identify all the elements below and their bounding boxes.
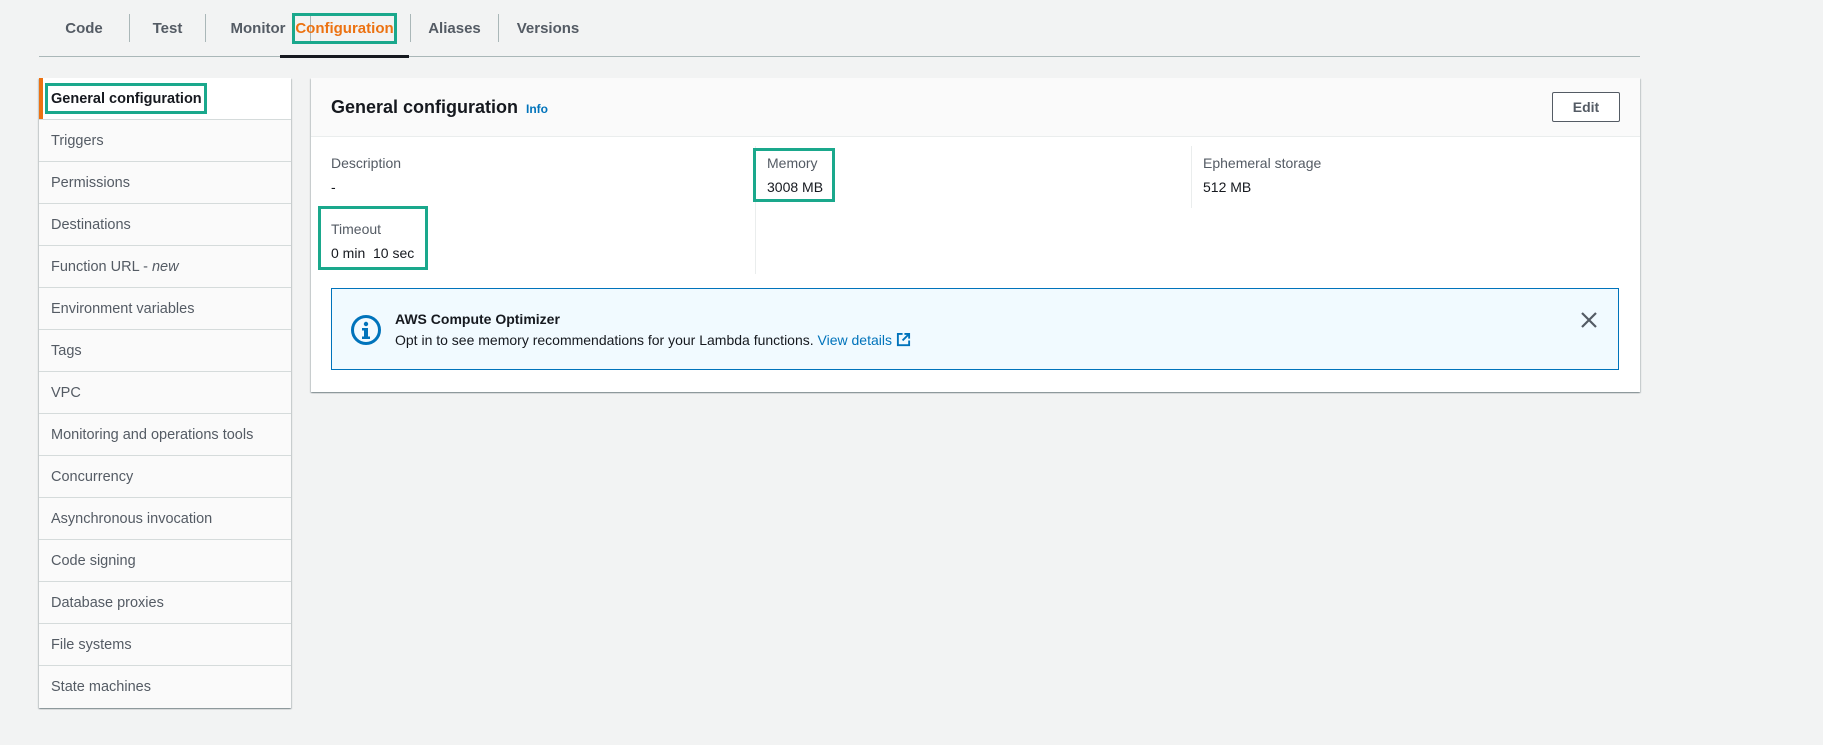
edit-button[interactable]: Edit xyxy=(1552,92,1620,122)
tab-bar: Code Test Monitor Configuration Aliases … xyxy=(39,0,1640,58)
external-link-icon xyxy=(896,332,911,347)
description-label: Description xyxy=(331,155,402,171)
memory-field: Memory 3008 MB xyxy=(767,153,823,197)
sidebar-item-destinations[interactable]: Destinations xyxy=(39,204,291,246)
timeout-label: Timeout xyxy=(331,221,382,237)
tab-configuration[interactable]: Configuration xyxy=(280,0,409,58)
column-divider xyxy=(1191,146,1192,208)
sidebar-item-concurrency[interactable]: Concurrency xyxy=(39,456,291,498)
column-divider xyxy=(755,146,756,274)
memory-value: 3008 MB xyxy=(767,179,824,195)
timeout-field: Timeout 0 min 10 sec xyxy=(331,219,414,263)
sidebar-item-asynchronous-invocation[interactable]: Asynchronous invocation xyxy=(39,498,291,540)
info-circle-icon xyxy=(351,315,381,345)
sidebar-item-environment-variables[interactable]: Environment variables xyxy=(39,288,291,330)
timeout-value: 0 min 10 sec xyxy=(331,245,415,261)
memory-label: Memory xyxy=(767,155,818,171)
close-icon[interactable] xyxy=(1578,309,1600,331)
sidebar-item-state-machines[interactable]: State machines xyxy=(39,666,291,708)
sidebar-item-function-url[interactable]: Function URL - new xyxy=(39,246,291,288)
description-value: - xyxy=(331,179,336,195)
panel-title: General configuration xyxy=(331,97,519,117)
sidebar-item-code-signing[interactable]: Code signing xyxy=(39,540,291,582)
config-sidebar: General configuration Triggers Permissio… xyxy=(39,78,291,708)
ephemeral-storage-label: Ephemeral storage xyxy=(1203,155,1322,171)
ephemeral-storage-value: 512 MB xyxy=(1203,179,1252,195)
view-details-link[interactable]: View details xyxy=(818,332,911,348)
panel-header: General configuration Info Edit xyxy=(311,78,1640,137)
alert-message: Opt in to see memory recommendations for… xyxy=(395,332,911,348)
tab-versions[interactable]: Versions xyxy=(499,0,597,57)
tab-test[interactable]: Test xyxy=(130,0,205,57)
general-configuration-panel: General configuration Info Edit Descript… xyxy=(311,78,1640,392)
sidebar-item-vpc[interactable]: VPC xyxy=(39,372,291,414)
description-field: Description - xyxy=(331,153,401,197)
new-badge: new xyxy=(151,258,179,275)
lambda-configuration-page: Code Test Monitor Configuration Aliases … xyxy=(0,0,1823,745)
sidebar-item-database-proxies[interactable]: Database proxies xyxy=(39,582,291,624)
sidebar-item-file-systems[interactable]: File systems xyxy=(39,624,291,666)
sidebar-item-general-configuration[interactable]: General configuration xyxy=(39,78,291,120)
tab-code[interactable]: Code xyxy=(39,0,129,57)
sidebar-item-tags[interactable]: Tags xyxy=(39,330,291,372)
alert-title: AWS Compute Optimizer xyxy=(395,311,560,327)
ephemeral-storage-field: Ephemeral storage 512 MB xyxy=(1203,153,1321,197)
compute-optimizer-alert: AWS Compute Optimizer Opt in to see memo… xyxy=(331,288,1619,370)
sidebar-item-triggers[interactable]: Triggers xyxy=(39,120,291,162)
info-link[interactable]: Info xyxy=(526,102,548,116)
sidebar-item-permissions[interactable]: Permissions xyxy=(39,162,291,204)
tab-aliases[interactable]: Aliases xyxy=(411,0,498,57)
sidebar-item-monitoring-tools[interactable]: Monitoring and operations tools xyxy=(39,414,291,456)
